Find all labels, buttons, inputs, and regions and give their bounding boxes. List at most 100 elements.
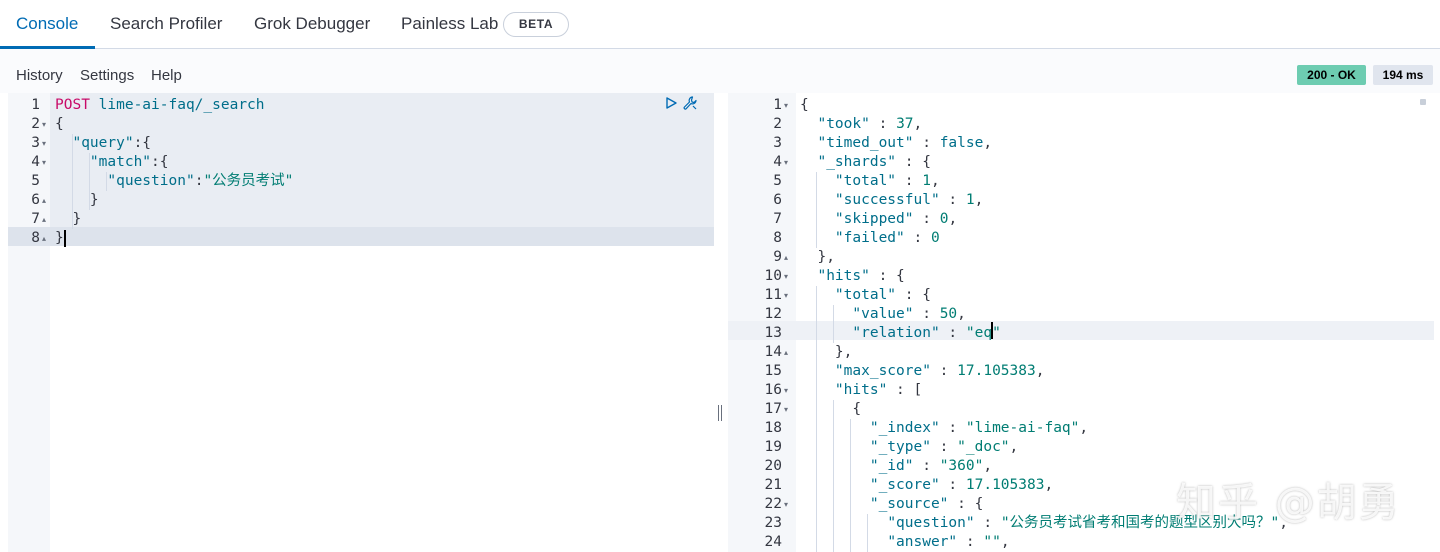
text-cursor — [64, 230, 66, 247]
indent-guide — [106, 172, 107, 191]
fold-arrow-icon[interactable]: ▾ — [784, 495, 788, 514]
code-line: "_score" : 17.105383, — [869, 477, 1054, 493]
tab-grok-debugger[interactable]: Grok Debugger — [254, 0, 370, 48]
help-link[interactable]: Help — [151, 67, 182, 84]
tab-console[interactable]: Console — [16, 0, 78, 48]
line-number: 23 — [764, 515, 782, 531]
text-cursor — [991, 322, 993, 339]
code-line: "hits" : [ — [834, 382, 923, 398]
code-line: "total" : { — [834, 287, 931, 303]
fold-arrow-icon[interactable]: ▾ — [784, 267, 788, 286]
settings-link[interactable]: Settings — [80, 67, 134, 84]
line-number: 3 — [773, 135, 782, 151]
line-number: 14 — [764, 344, 782, 360]
line-number: 5 — [31, 173, 40, 189]
indent-guide — [850, 419, 851, 552]
beta-badge: BETA — [503, 12, 569, 37]
line-number: 9 — [773, 249, 782, 265]
scrollbar-marker[interactable] — [1420, 99, 1426, 105]
code-line: "question":"公务员考试" — [107, 173, 294, 189]
line-number: 20 — [764, 458, 782, 474]
request-time-badge: 194 ms — [1373, 65, 1433, 85]
line-number: 8 — [773, 230, 782, 246]
code-line: "relation" : "eq" — [852, 325, 1001, 341]
tab-painless-lab[interactable]: Painless Lab — [401, 0, 498, 48]
line-number: 6 — [31, 192, 40, 208]
code-line: "_source" : { — [869, 496, 984, 512]
pane-resizer-handle[interactable] — [716, 405, 724, 421]
line-number: 1 — [773, 97, 782, 113]
line-number: 13 — [764, 325, 782, 341]
line-number: 4 — [31, 154, 40, 170]
console-toolbar — [0, 49, 1440, 93]
line-number: 2 — [31, 116, 40, 132]
code-line: { — [800, 97, 809, 113]
fold-arrow-icon[interactable]: ▾ — [784, 286, 788, 305]
code-line: }, — [800, 344, 853, 360]
line-number: 17 — [764, 401, 782, 417]
code-line: }, — [800, 249, 835, 265]
watermark-text: 知乎 @胡勇 — [1176, 480, 1401, 526]
code-line: } — [55, 211, 82, 227]
line-number: 15 — [764, 363, 782, 379]
fold-arrow-icon[interactable]: ▴ — [42, 229, 46, 248]
code-line: { — [800, 401, 862, 417]
code-line: "_index" : "lime-ai-faq", — [869, 420, 1089, 436]
request-editor[interactable]: 1 POST lime-ai-faq/_search 2 ▾{3 ▾ "query":{… — [8, 93, 714, 552]
fold-arrow-icon[interactable]: ▾ — [42, 115, 46, 134]
fold-arrow-icon[interactable]: ▴ — [784, 343, 788, 362]
app-tab-bar: Console Search Profiler Grok Debugger Pa… — [0, 0, 1440, 49]
line-number: 19 — [764, 439, 782, 455]
code-line: POST lime-ai-faq/_search — [55, 97, 265, 113]
line-number: 10 — [764, 268, 782, 284]
line-number: 5 — [773, 173, 782, 189]
status-badge: 200 - OK — [1297, 65, 1366, 85]
line-number: 21 — [764, 477, 782, 493]
code-line: "max_score" : 17.105383, — [834, 363, 1045, 379]
line-number: 2 — [773, 116, 782, 132]
code-line: "hits" : { — [817, 268, 905, 284]
code-line: "total" : 1, — [834, 173, 940, 189]
line-number: 24 — [764, 534, 782, 550]
fold-arrow-icon[interactable]: ▾ — [42, 134, 46, 153]
fold-arrow-icon[interactable]: ▴ — [784, 248, 788, 267]
line-number: 4 — [773, 154, 782, 170]
code-line: "took" : 37, — [817, 116, 923, 132]
fold-arrow-icon[interactable]: ▾ — [784, 381, 788, 400]
fold-arrow-icon[interactable]: ▾ — [784, 400, 788, 419]
code-line: "failed" : 0 — [834, 230, 940, 246]
indent-guide — [72, 134, 73, 229]
code-line: "answer" : "", — [887, 534, 1010, 550]
line-number: 1 — [31, 97, 40, 113]
fold-arrow-icon[interactable]: ▾ — [784, 96, 788, 115]
line-number: 7 — [773, 211, 782, 227]
fold-arrow-icon[interactable]: ▾ — [42, 153, 46, 172]
tab-search-profiler[interactable]: Search Profiler — [110, 0, 222, 48]
indent-guide — [816, 172, 817, 248]
code-line: "successful" : 1, — [834, 192, 984, 208]
indent-guide — [89, 153, 90, 210]
wrench-icon[interactable] — [682, 95, 698, 111]
indent-guide — [833, 400, 834, 552]
code-line: "_id" : "360", — [869, 458, 993, 474]
history-link[interactable]: History — [16, 67, 63, 84]
fold-arrow-icon[interactable]: ▴ — [42, 191, 46, 210]
line-number: 22 — [764, 496, 782, 512]
line-number: 7 — [31, 211, 40, 227]
line-number: 11 — [764, 287, 782, 303]
code-line: "_shards" : { — [817, 154, 931, 170]
indent-guide — [816, 286, 817, 552]
line-number: 6 — [773, 192, 782, 208]
line-number: 18 — [764, 420, 782, 436]
code-line: { — [55, 116, 64, 132]
code-line: } — [55, 230, 64, 246]
code-line: "value" : 50, — [852, 306, 966, 322]
request-active-line — [8, 227, 714, 246]
line-number: 16 — [764, 382, 782, 398]
indent-guide — [833, 305, 834, 343]
play-icon[interactable] — [664, 96, 678, 110]
line-number: 12 — [764, 306, 782, 322]
code-line: "query":{ — [72, 135, 152, 151]
fold-arrow-icon[interactable]: ▴ — [42, 210, 46, 229]
fold-arrow-icon[interactable]: ▾ — [784, 153, 788, 172]
